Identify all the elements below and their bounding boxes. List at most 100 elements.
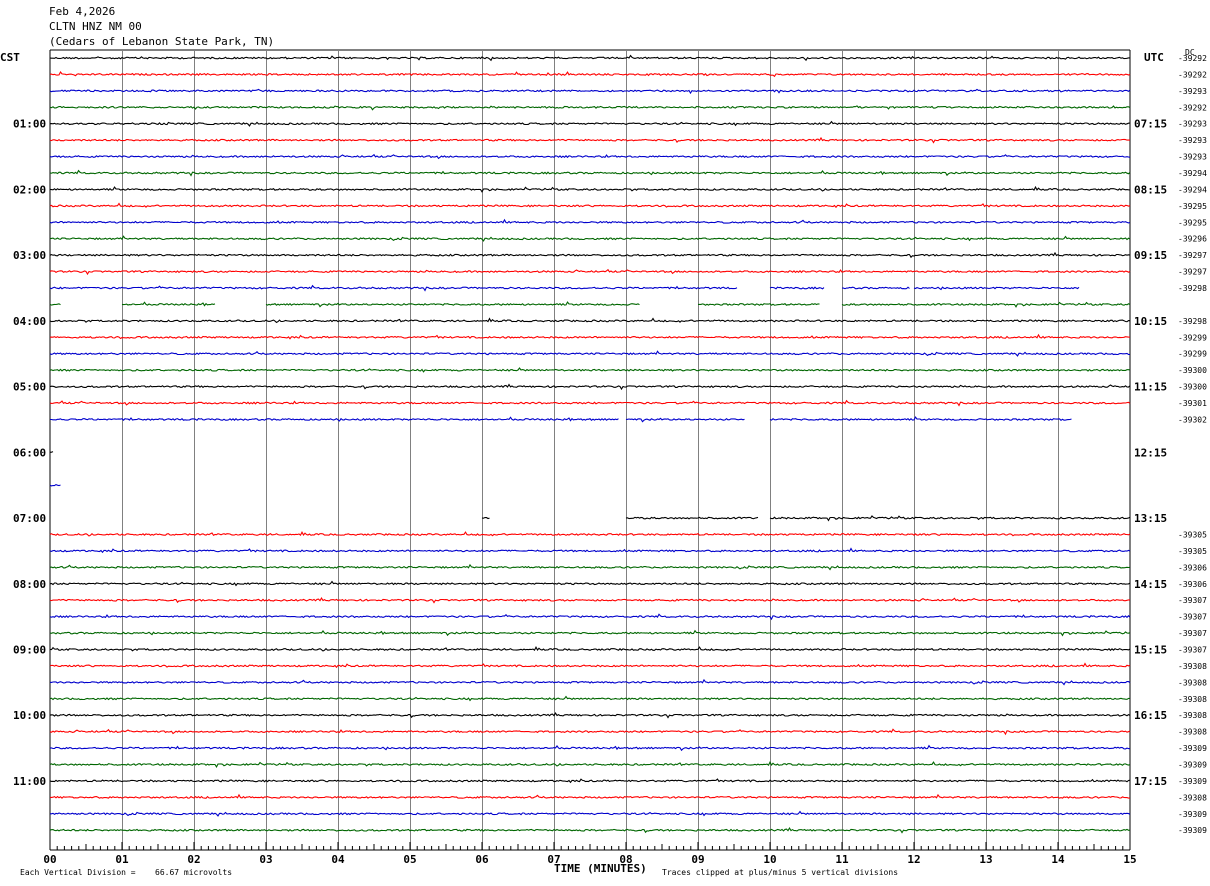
trace-segment <box>49 88 1131 95</box>
row-dc-value: -39307 <box>1178 646 1207 655</box>
hour-label-right: 17:15 <box>1134 775 1167 788</box>
trace-segment <box>49 728 1131 736</box>
hour-label-left: 05:00 <box>13 381 46 394</box>
x-tick-label: 10 <box>763 853 776 866</box>
trace-segment <box>49 367 1131 373</box>
x-tick-label: 06 <box>475 853 489 866</box>
trace-segment <box>625 417 745 423</box>
row-dc-value: -39308 <box>1178 662 1207 671</box>
row-dc-value: -39293 <box>1178 120 1207 129</box>
x-tick-label: 12 <box>907 853 920 866</box>
plot-date: Feb 4,2026 <box>49 5 116 18</box>
dc-column-label: DC <box>1185 48 1195 57</box>
x-tick-label: 02 <box>187 853 200 866</box>
trace-segment <box>49 547 1131 554</box>
trace-segment <box>49 120 1131 127</box>
x-tick-label: 03 <box>259 853 272 866</box>
row-dc-value: -39309 <box>1178 810 1207 819</box>
trace-segment <box>49 613 1131 621</box>
row-dc-value: -39308 <box>1178 695 1207 704</box>
hour-label-right: 15:15 <box>1134 644 1167 657</box>
trace-segment <box>49 531 1131 537</box>
trace-segment <box>49 483 61 487</box>
x-tick-label: 15 <box>1123 853 1136 866</box>
trace-segment <box>49 646 1131 652</box>
row-dc-value: -39308 <box>1178 728 1207 737</box>
trace-segment <box>49 662 1131 669</box>
trace-segment <box>49 563 1131 571</box>
hour-label-right: 14:15 <box>1134 578 1167 591</box>
row-dc-value: -39296 <box>1178 235 1207 244</box>
x-tick-label: 04 <box>331 853 345 866</box>
hour-label-left: 09:00 <box>13 644 46 657</box>
trace-segment <box>49 333 1131 340</box>
trace-segment <box>49 350 1130 357</box>
trace-segment <box>49 54 1130 62</box>
minute-gridlines <box>49 49 1131 850</box>
row-dc-value: -39295 <box>1178 218 1207 227</box>
left-timezone-label: CST <box>0 51 20 64</box>
x-tick-label: 09 <box>691 853 704 866</box>
row-dc-value: -39305 <box>1178 547 1207 556</box>
trace-segment <box>49 678 1131 686</box>
hour-label-left: 10:00 <box>13 709 46 722</box>
hour-label-left: 08:00 <box>13 578 46 591</box>
trace-segment <box>49 580 1131 587</box>
trace-segment <box>49 284 738 292</box>
hour-label-right: 10:15 <box>1134 315 1167 328</box>
row-dc-value: -39307 <box>1178 613 1207 622</box>
trace-segment <box>50 810 1131 817</box>
trace-segment <box>49 169 1131 177</box>
hour-label-right: 07:15 <box>1134 118 1167 131</box>
row-dc-value: -39309 <box>1178 744 1207 753</box>
hour-label-left: 03:00 <box>13 249 46 262</box>
scale-label: Each Vertical Division = <box>20 868 136 877</box>
row-dc-value: -39307 <box>1178 596 1207 605</box>
station-code: CLTN HNZ NM 00 <box>49 20 142 33</box>
trace-segment <box>49 778 1131 784</box>
x-axis-title: TIME (MINUTES) <box>554 862 647 875</box>
trace-segment <box>49 105 1131 111</box>
x-tick-label: 13 <box>979 853 992 866</box>
helicorder-plot: 00 01 02 03 04 05 06 07 08 09 10 11 12 13 14 15 -39292-… <box>13 49 1207 866</box>
hour-label-left: 11:00 <box>13 775 46 788</box>
trace-segment <box>49 202 1131 209</box>
row-dc-value: -39308 <box>1178 711 1207 720</box>
row-dc-value: -39293 <box>1178 153 1207 162</box>
x-tick-label: 00 <box>43 853 56 866</box>
trace-segment <box>121 301 216 307</box>
row-dc-value: -39300 <box>1178 383 1207 392</box>
row-dc-value: -39308 <box>1178 678 1207 687</box>
row-dc-value: -39292 <box>1178 70 1207 79</box>
row-dc-value: -39299 <box>1178 350 1207 359</box>
row-dc-value: -39293 <box>1178 136 1207 145</box>
trace-rows <box>49 54 1131 834</box>
row-dc-value: -39294 <box>1178 185 1207 194</box>
row-dc-value: -39300 <box>1178 366 1207 375</box>
trace-segment <box>50 793 1131 799</box>
hour-label-right: 16:15 <box>1134 709 1167 722</box>
hour-label-right: 12:15 <box>1134 446 1167 459</box>
hour-label-left: 01:00 <box>13 118 46 131</box>
trace-segment <box>49 695 1131 702</box>
trace-segment <box>49 744 1131 752</box>
row-dc-value: -39306 <box>1178 563 1207 572</box>
trace-segment <box>913 286 1080 291</box>
hour-label-right: 09:15 <box>1134 249 1167 262</box>
trace-segment <box>481 516 490 520</box>
trace-segment <box>49 303 61 306</box>
hour-label-right: 11:15 <box>1134 381 1167 394</box>
row-dc-value: -39301 <box>1178 399 1207 408</box>
trace-segment <box>49 383 1131 391</box>
row-dc-value: -39297 <box>1178 251 1207 260</box>
trace-segment <box>49 597 1131 604</box>
row-dc-value: -39297 <box>1178 268 1207 277</box>
trace-segment <box>49 218 1131 224</box>
hour-label-left: 06:00 <box>13 446 46 459</box>
trace-segment <box>769 416 1072 422</box>
row-dc-value: -39307 <box>1178 629 1207 638</box>
trace-segment <box>49 761 1131 769</box>
row-dc-value: -39306 <box>1178 580 1207 589</box>
row-dc-value: -39309 <box>1178 777 1207 786</box>
trace-segment <box>49 251 1131 259</box>
